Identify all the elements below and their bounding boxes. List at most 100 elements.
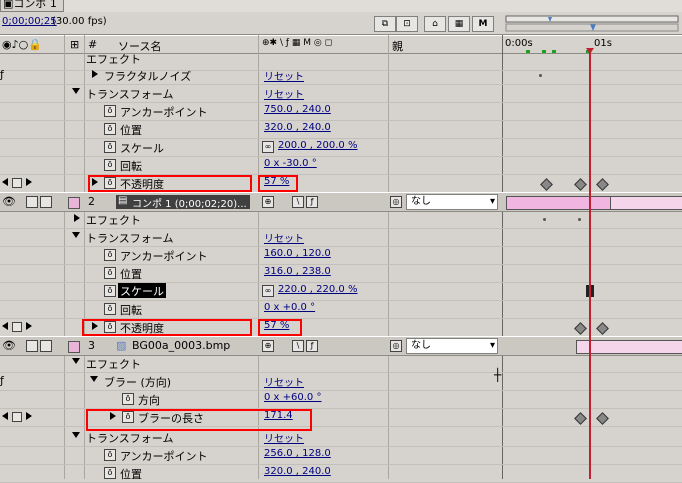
next-keyframe-icon[interactable]	[26, 412, 32, 420]
property-value[interactable]: 160.0 , 120.0	[264, 248, 331, 259]
stopwatch-icon[interactable]: ō	[104, 249, 116, 261]
property-value[interactable]: 0 x +0.0 °	[264, 302, 315, 313]
prev-keyframe-icon[interactable]	[2, 322, 8, 330]
collapse-switch-icon[interactable]: ⊕	[262, 196, 274, 208]
comp-flowchart-button[interactable]: ⧉	[374, 16, 396, 32]
reset-link[interactable]: リセット	[264, 230, 304, 245]
chevron-down-icon: ▾	[489, 340, 495, 351]
label-color-swatch[interactable]	[68, 197, 80, 209]
current-time-indicator[interactable]	[589, 52, 591, 479]
lock-switch[interactable]	[40, 196, 52, 208]
property-value[interactable]: 200.0 , 200.0 %	[278, 140, 357, 151]
next-keyframe-icon[interactable]	[26, 178, 32, 186]
layer-duration-bar[interactable]	[506, 196, 612, 210]
parent-dropdown[interactable]: なし ▾	[406, 194, 498, 210]
keyframe[interactable]	[596, 322, 609, 335]
reset-link[interactable]: リセット	[264, 68, 304, 83]
quality-switch[interactable]: \	[292, 340, 304, 352]
property-group-row: トランスフォーム リセット	[0, 84, 682, 103]
collapse-arrow-icon[interactable]	[72, 432, 80, 438]
lock-switch[interactable]	[40, 340, 52, 352]
property-label: 回転	[120, 304, 142, 317]
property-value[interactable]: 0 x +60.0 °	[264, 392, 321, 403]
stopwatch-icon[interactable]: ō	[104, 105, 116, 117]
group-label: エフェクト	[86, 358, 141, 371]
live-update-button[interactable]: ⊡	[396, 16, 418, 32]
pickwhip-icon[interactable]: ◎	[390, 340, 402, 352]
audio-switch[interactable]	[26, 196, 38, 208]
collapse-arrow-icon[interactable]	[72, 88, 80, 94]
expand-arrow-icon[interactable]	[92, 70, 98, 78]
effect-switch[interactable]: ƒ	[306, 196, 318, 208]
property-value[interactable]: 316.0 , 238.0	[264, 266, 331, 277]
layer-name[interactable]: コンポ 1 (0;00;02;20)...	[132, 195, 247, 210]
current-time-display[interactable]: 0;00;00;25	[2, 16, 57, 27]
pickwhip-icon[interactable]: ◎	[390, 196, 402, 208]
stopwatch-icon[interactable]: ō	[104, 467, 116, 479]
keyframe[interactable]	[574, 322, 587, 335]
draft-3d-button[interactable]: ⌂	[424, 16, 446, 32]
eye-icon[interactable]: 👁	[2, 195, 16, 208]
prev-keyframe-icon[interactable]	[2, 412, 8, 420]
time-navigator[interactable]	[504, 14, 680, 32]
fx-switch-icon[interactable]: ƒ	[0, 374, 4, 387]
collapse-arrow-icon[interactable]	[72, 358, 80, 364]
group-label: トランスフォーム	[86, 232, 174, 245]
property-label-selected[interactable]: スケール	[118, 283, 166, 298]
property-value[interactable]: 0 x -30.0 °	[264, 158, 317, 169]
stopwatch-icon[interactable]: ō	[104, 123, 116, 135]
effect-switch[interactable]: ƒ	[306, 340, 318, 352]
keyframe[interactable]	[574, 178, 587, 191]
reset-link[interactable]: リセット	[264, 374, 304, 389]
keyframe[interactable]	[596, 178, 609, 191]
layer-row[interactable]: 👁 2 ▤ コンポ 1 (0;00;02;20)... ⊕ \ ƒ ◎ なし ▾	[0, 192, 682, 212]
layer-duration-bar-tail[interactable]	[610, 196, 682, 210]
property-value[interactable]: 320.0 , 240.0	[264, 122, 331, 133]
quality-switch[interactable]: \	[292, 196, 304, 208]
layer-row[interactable]: 👁 3 ▨ BG00a_0003.bmp ⊕ \ ƒ ◎ なし ▾	[0, 336, 682, 356]
expand-arrow-icon[interactable]	[74, 214, 80, 222]
constrain-proportions-icon[interactable]: ∞	[262, 285, 274, 297]
audio-switch[interactable]	[26, 340, 38, 352]
stopwatch-icon[interactable]: ō	[104, 141, 116, 153]
property-value[interactable]: 750.0 , 240.0	[264, 104, 331, 115]
fx-switch-icon[interactable]: ƒ	[0, 68, 4, 81]
property-value[interactable]: 256.0 , 128.0	[264, 448, 331, 459]
add-keyframe-checkbox[interactable]	[12, 178, 22, 188]
keyframe[interactable]	[596, 412, 609, 425]
parent-dropdown[interactable]: なし ▾	[406, 338, 498, 354]
add-keyframe-checkbox[interactable]	[12, 412, 22, 422]
keyframe-dot[interactable]	[539, 74, 542, 77]
property-value[interactable]: 220.0 , 220.0 %	[278, 284, 357, 295]
effect-row: ƒ ブラー (方向) リセット ┼	[0, 368, 682, 391]
motion-blur-button[interactable]: M	[472, 16, 494, 32]
reset-link[interactable]: リセット	[264, 86, 304, 101]
stopwatch-icon[interactable]: ō	[104, 285, 116, 297]
reset-link[interactable]: リセット	[264, 430, 304, 445]
tab-comp1[interactable]: ▣コンポ 1	[0, 0, 64, 12]
frame-blending-button[interactable]: ▦	[448, 16, 470, 32]
layer-duration-bar[interactable]	[576, 340, 682, 354]
collapse-arrow-icon[interactable]	[90, 376, 98, 382]
collapse-arrow-icon[interactable]	[72, 232, 80, 238]
keyframe-dot[interactable]	[543, 218, 546, 221]
keyframe[interactable]	[574, 412, 587, 425]
playhead-handle[interactable]	[586, 48, 594, 54]
prev-keyframe-icon[interactable]	[2, 178, 8, 186]
add-keyframe-checkbox[interactable]	[12, 322, 22, 332]
stopwatch-icon[interactable]: ō	[122, 393, 134, 405]
keyframe-dot[interactable]	[578, 218, 581, 221]
label-color-swatch[interactable]	[68, 341, 80, 353]
property-label: 位置	[120, 468, 142, 481]
constrain-proportions-icon[interactable]: ∞	[262, 141, 274, 153]
eye-icon[interactable]: 👁	[2, 339, 16, 352]
stopwatch-icon[interactable]: ō	[104, 303, 116, 315]
property-value[interactable]: 320.0 , 240.0	[264, 466, 331, 477]
collapse-switch-icon[interactable]: ⊕	[262, 340, 274, 352]
stopwatch-icon[interactable]: ō	[104, 449, 116, 461]
keyframe[interactable]	[540, 178, 553, 191]
next-keyframe-icon[interactable]	[26, 322, 32, 330]
layer-name[interactable]: BG00a_0003.bmp	[132, 339, 230, 352]
stopwatch-icon[interactable]: ō	[104, 267, 116, 279]
stopwatch-icon[interactable]: ō	[104, 159, 116, 171]
